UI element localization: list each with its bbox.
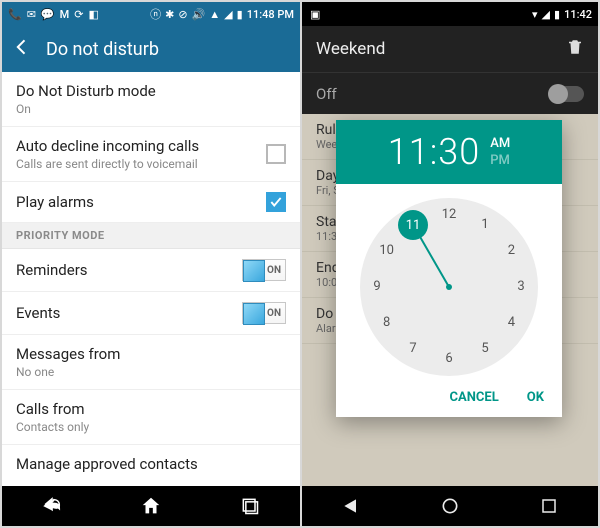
phone-htc: 📞 ✉ 💬 M ⟳ ◧ ⓝ ✱ ⊘ 🔊 ▲ ◢ ▮ 11:48 PM Do no… (2, 2, 300, 526)
row-events[interactable]: Events ON (2, 292, 300, 335)
pm-button[interactable]: PM (490, 153, 510, 168)
clock-hour-2[interactable]: 2 (500, 240, 522, 262)
status-bar: ▣ ▾ ◢ ▮ 11:42 (302, 2, 598, 26)
time-picker-header: 11:30 AM PM (336, 120, 562, 184)
clock-hour-3[interactable]: 3 (510, 276, 532, 298)
delete-icon[interactable] (566, 38, 584, 61)
section-priority-mode: PRIORITY MODE (2, 223, 300, 249)
status-bar: 📞 ✉ 💬 M ⟳ ◧ ⓝ ✱ ⊘ 🔊 ▲ ◢ ▮ 11:48 PM (2, 2, 300, 26)
clock-face[interactable]: 11 12 12 3 45678 9 10 (360, 198, 538, 376)
time-picker-dialog: 11:30 AM PM 11 12 12 3 45678 9 10 CANCEL (336, 120, 562, 417)
checkbox-play-alarms[interactable] (266, 192, 286, 212)
clock-center-dot (446, 284, 452, 290)
signal-icon: ◢ (542, 8, 550, 21)
screenshot-icon: ▣ (310, 8, 320, 21)
clock-hour-1[interactable]: 1 (474, 214, 496, 236)
row-off[interactable]: Off (302, 72, 598, 114)
clock-hour-12[interactable]: 12 (438, 204, 460, 226)
row-title: Auto decline incoming calls (16, 137, 199, 155)
row-title: Reminders (16, 261, 88, 279)
switch-reminders[interactable]: ON (242, 259, 286, 281)
app-icon: ◧ (88, 8, 98, 21)
row-title: Play alarms (16, 193, 94, 211)
mail-icon: ✉ (27, 8, 36, 21)
am-button[interactable]: AM (490, 136, 510, 151)
clock-hour-5[interactable]: 5 (474, 338, 496, 360)
wifi-icon: ▾ (532, 8, 538, 21)
switch-events[interactable]: ON (242, 302, 286, 324)
clock-selected-hour[interactable]: 11 (398, 210, 428, 240)
appbar: Do not disturb (2, 26, 300, 72)
signal-icon: ◢ (224, 8, 232, 21)
navbar (2, 486, 300, 526)
row-title: Messages from (16, 345, 120, 363)
row-manage-contacts[interactable]: Manage approved contacts (2, 445, 300, 483)
clock-hour-8[interactable]: 8 (376, 312, 398, 334)
phone-icon: 📞 (8, 8, 22, 21)
switch-rule-enabled[interactable] (550, 86, 584, 102)
time-display[interactable]: 11:30 (388, 131, 480, 173)
phone-stock-android: ▣ ▾ ◢ ▮ 11:42 Weekend Off Rule n Weeke D… (300, 2, 598, 526)
clock-hour-10[interactable]: 10 (376, 240, 398, 262)
schedule-list-dimmed: Rule n Weeke Days Fri, Sat Start ti 11:3… (302, 114, 598, 486)
clock-hour-7[interactable]: 7 (402, 338, 424, 360)
status-time: 11:48 PM (247, 8, 294, 21)
clock-hour-4[interactable]: 4 (500, 312, 522, 334)
row-play-alarms[interactable]: Play alarms (2, 182, 300, 223)
row-reminders[interactable]: Reminders ON (2, 249, 300, 292)
wifi-icon: ▲ (209, 8, 220, 21)
ok-button[interactable]: OK (527, 390, 544, 405)
row-subtitle: Calls are sent directly to voicemail (16, 157, 199, 171)
row-dnd-mode[interactable]: Do Not Disturb mode On (2, 72, 300, 127)
navbar (302, 486, 598, 526)
nav-home-icon[interactable] (401, 486, 500, 526)
nav-recents-icon[interactable] (499, 486, 598, 526)
row-title: Manage approved contacts (16, 455, 198, 473)
volume-icon: 🔊 (192, 8, 206, 21)
battery-icon: ▮ (237, 8, 243, 21)
settings-list: Do Not Disturb mode On Auto decline inco… (2, 72, 300, 486)
nav-home-icon[interactable] (101, 486, 200, 526)
row-title: Events (16, 304, 60, 322)
clock-hour-6[interactable]: 6 (438, 348, 460, 370)
status-time: 11:42 (564, 8, 592, 21)
row-calls-from[interactable]: Calls from Contacts only (2, 390, 300, 445)
checkbox-auto-decline[interactable] (266, 144, 286, 164)
battery-icon: ▮ (554, 8, 560, 21)
off-label: Off (316, 85, 337, 103)
sync-icon: ⟳ (74, 8, 83, 21)
nfc-icon: ⓝ (150, 6, 161, 22)
row-title: Calls from (16, 400, 89, 418)
row-auto-decline[interactable]: Auto decline incoming calls Calls are se… (2, 127, 300, 182)
chat-icon: 💬 (41, 8, 55, 21)
row-subtitle: Contacts only (16, 420, 89, 434)
clock-hour-9[interactable]: 9 (366, 276, 388, 298)
brightness-icon: ✱ (165, 8, 174, 21)
row-subtitle: On (16, 102, 156, 116)
nav-back-icon[interactable] (2, 486, 101, 526)
appbar-title: Do not disturb (46, 39, 159, 60)
cancel-button[interactable]: CANCEL (450, 390, 499, 405)
appbar-title: Weekend (316, 39, 385, 59)
appbar: Weekend (302, 26, 598, 72)
gmail-icon: M (60, 8, 70, 21)
dnd-icon: ⊘ (178, 8, 187, 21)
nav-back-icon[interactable] (302, 486, 401, 526)
back-icon[interactable] (12, 37, 32, 61)
row-subtitle: No one (16, 365, 120, 379)
row-messages-from[interactable]: Messages from No one (2, 335, 300, 390)
nav-recents-icon[interactable] (201, 486, 300, 526)
row-title: Do Not Disturb mode (16, 82, 156, 100)
